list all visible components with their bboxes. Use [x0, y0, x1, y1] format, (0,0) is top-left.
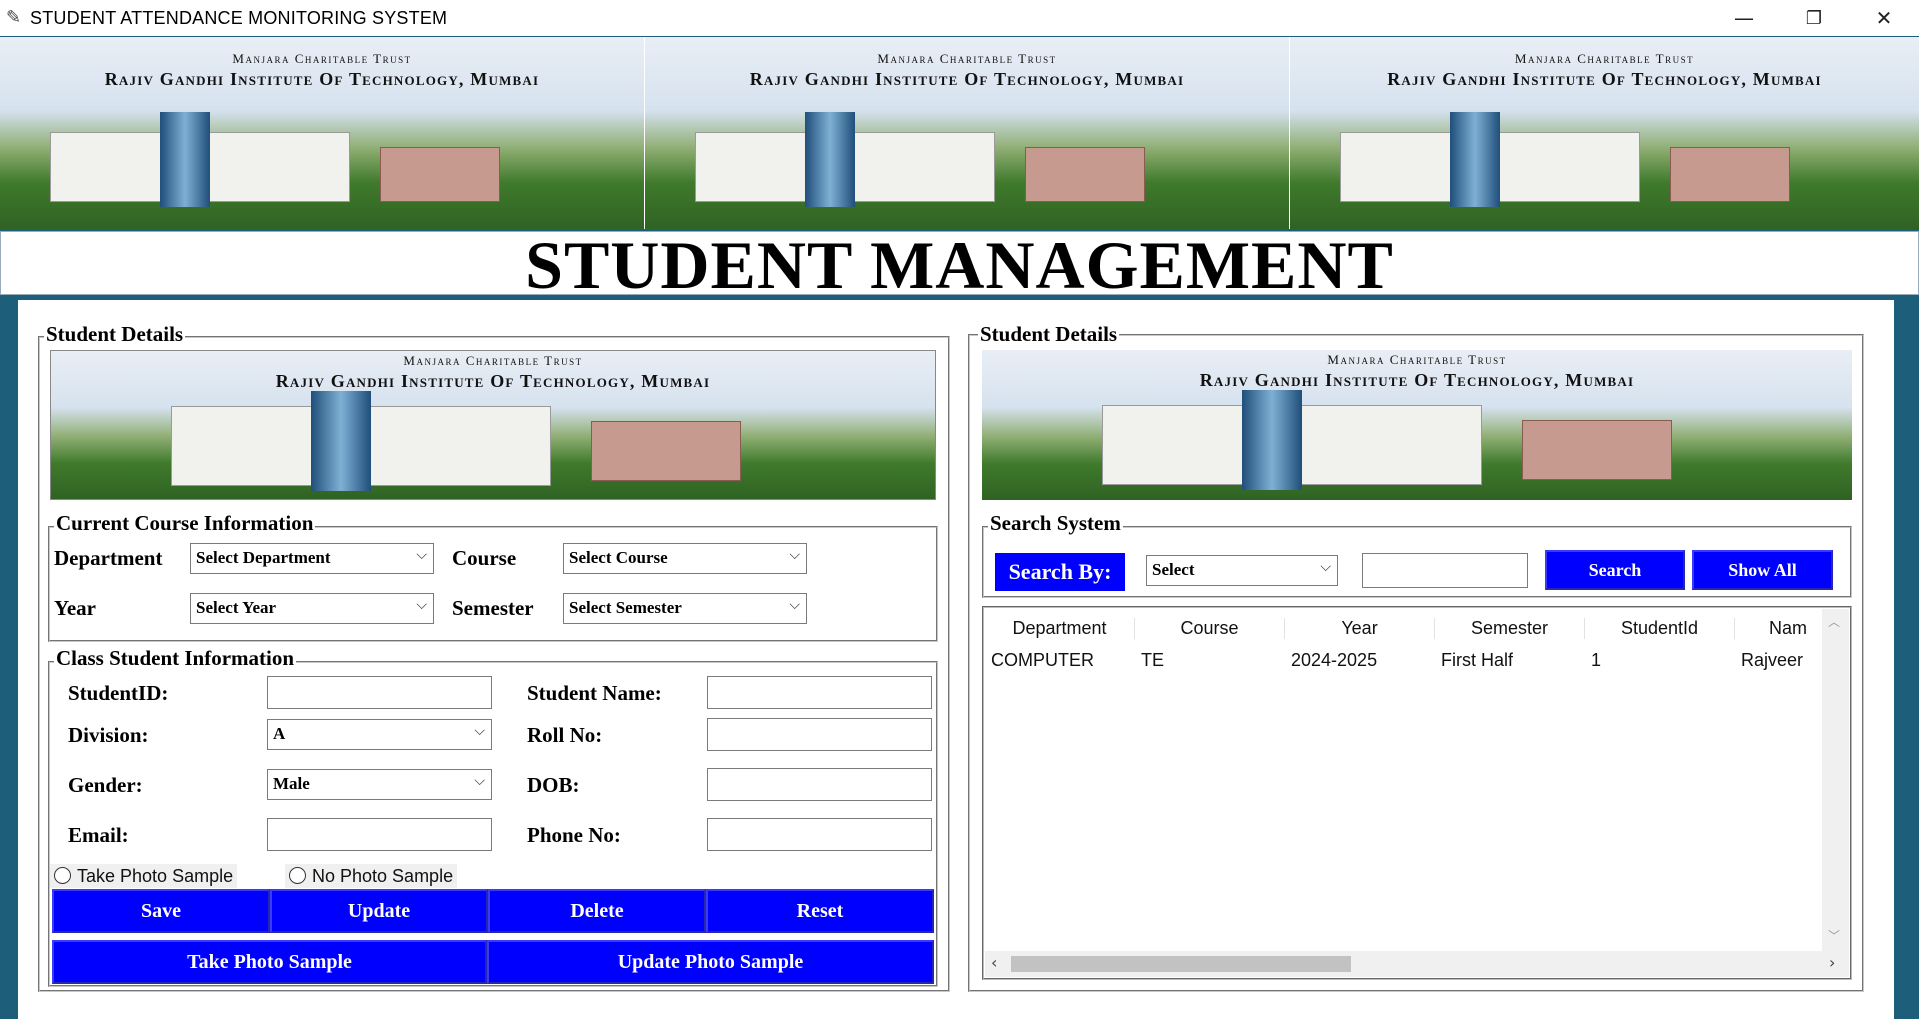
roll-no-label: Roll No: — [527, 723, 603, 747]
page-title: STUDENT MANAGEMENT — [525, 227, 1394, 303]
banner-institute: Rajiv Gandhi Institute Of Technology, Mu… — [1387, 69, 1822, 89]
banner-institute: Rajiv Gandhi Institute Of Technology, Mu… — [275, 371, 711, 391]
banner-institute: Rajiv Gandhi Institute Of Technology, Mu… — [1199, 370, 1635, 390]
scroll-right-icon[interactable]: › — [1829, 953, 1835, 972]
radio-circle-icon — [289, 867, 306, 884]
table-cell: TE — [1141, 650, 1165, 670]
search-by-label: Search By: — [995, 553, 1125, 591]
chevron-down-icon: ⌵ — [416, 547, 427, 563]
column-header[interactable]: Semester — [1435, 618, 1585, 639]
campus-banner-image: Manjara Charitable Trust Rajiv Gandhi Ins… — [0, 37, 644, 229]
department-select[interactable]: Select Department ⌵ — [190, 543, 434, 574]
take-photo-sample-button[interactable]: Take Photo Sample — [52, 940, 487, 984]
horizontal-scrollbar[interactable]: ‹ › — [985, 951, 1849, 977]
chevron-down-icon: ⌵ — [1320, 559, 1331, 575]
close-button[interactable]: ✕ — [1849, 0, 1919, 36]
division-label: Division: — [68, 723, 149, 747]
column-header[interactable]: Nam — [1735, 618, 1822, 639]
search-button[interactable]: Search — [1545, 550, 1685, 590]
column-header[interactable]: Department — [985, 618, 1135, 639]
student-name-input[interactable] — [707, 676, 932, 709]
table-cell: 2024-2025 — [1291, 650, 1378, 670]
take-photo-radio[interactable]: Take Photo Sample — [50, 864, 238, 888]
gender-select[interactable]: Male ⌵ — [267, 769, 492, 800]
table-cell: 1 — [1591, 650, 1602, 670]
banner-trust: Manjara Charitable Trust — [1327, 352, 1507, 367]
column-header[interactable]: Year — [1285, 618, 1435, 639]
campus-banner-image: Manjara Charitable Trust Rajiv Gandhi Ins… — [1290, 37, 1919, 229]
delete-button[interactable]: Delete — [488, 889, 706, 933]
search-input[interactable] — [1362, 553, 1528, 588]
update-photo-sample-button[interactable]: Update Photo Sample — [487, 940, 934, 984]
chevron-down-icon: ⌵ — [789, 547, 800, 563]
roll-no-input[interactable] — [707, 718, 932, 751]
student-id-label: StudentID: — [68, 681, 169, 705]
feather-icon: ✎ — [6, 7, 22, 28]
column-header[interactable]: Course — [1135, 618, 1285, 639]
search-by-select[interactable]: Select ⌵ — [1146, 555, 1338, 586]
chevron-down-icon: ⌵ — [474, 773, 485, 789]
table-cell: Rajveer — [1741, 650, 1804, 670]
reset-button[interactable]: Reset — [706, 889, 934, 933]
scroll-down-icon[interactable]: ﹀ — [1828, 927, 1840, 944]
window-title: STUDENT ATTENDANCE MONITORING SYSTEM — [30, 8, 448, 28]
dob-input[interactable] — [707, 768, 932, 801]
campus-image: Manjara Charitable Trust Rajiv Gandhi Ins… — [50, 350, 936, 500]
update-button[interactable]: Update — [270, 889, 488, 933]
right-frame-legend: Student Details — [978, 322, 1120, 347]
gender-label: Gender: — [68, 773, 143, 797]
banner-institute: Rajiv Gandhi Institute Of Technology, Mu… — [104, 69, 540, 89]
window-titlebar: ✎ STUDENT ATTENDANCE MONITORING SYSTEM —… — [0, 0, 1919, 36]
minimize-button[interactable]: — — [1709, 0, 1779, 36]
department-label: Department — [54, 546, 163, 570]
email-label: Email: — [68, 823, 129, 847]
semester-label: Semester — [452, 596, 534, 620]
year-select[interactable]: Select Year ⌵ — [190, 593, 434, 624]
vertical-scrollbar[interactable]: ︿ ﹀ — [1822, 609, 1849, 951]
banner-trust: Manjara Charitable Trust — [403, 353, 583, 368]
student-name-label: Student Name: — [527, 681, 662, 705]
column-header[interactable]: StudentId — [1585, 618, 1735, 639]
header-banner: Manjara Charitable Trust Rajiv Gandhi Ins… — [0, 37, 1919, 229]
table-header: Department Course Year Semester StudentI… — [985, 609, 1822, 647]
table-row[interactable]: COMPUTER TE 2024-2025 First Half 1 Rajve… — [985, 648, 1822, 676]
table-cell: First Half — [1441, 650, 1513, 670]
year-label: Year — [54, 596, 96, 620]
semester-select[interactable]: Select Semester ⌵ — [563, 593, 807, 624]
dob-label: DOB: — [527, 773, 580, 797]
table-cell: COMPUTER — [991, 650, 1094, 670]
phone-no-label: Phone No: — [527, 823, 621, 847]
left-frame-legend: Student Details — [44, 322, 186, 347]
chevron-down-icon: ⌵ — [416, 597, 427, 613]
banner-institute: Rajiv Gandhi Institute Of Technology, Mu… — [749, 69, 1185, 89]
banner-trust: Manjara Charitable Trust — [232, 51, 412, 66]
campus-image: Manjara Charitable Trust Rajiv Gandhi Ins… — [982, 350, 1852, 500]
course-select[interactable]: Select Course ⌵ — [563, 543, 807, 574]
chevron-down-icon: ⌵ — [789, 597, 800, 613]
class-info-legend: Class Student Information — [54, 646, 297, 671]
student-id-input[interactable] — [267, 676, 492, 709]
search-system-legend: Search System — [988, 511, 1123, 536]
chevron-down-icon: ⌵ — [474, 723, 485, 739]
email-input[interactable] — [267, 818, 492, 851]
restore-button[interactable]: ❐ — [1779, 0, 1849, 36]
scroll-left-icon[interactable]: ‹ — [991, 953, 997, 972]
radio-circle-icon — [54, 867, 71, 884]
course-info-legend: Current Course Information — [54, 511, 316, 536]
no-photo-radio[interactable]: No Photo Sample — [285, 864, 458, 888]
save-button[interactable]: Save — [52, 889, 270, 933]
division-select[interactable]: A ⌵ — [267, 719, 492, 750]
scroll-up-icon[interactable]: ︿ — [1828, 613, 1840, 630]
course-label: Course — [452, 546, 517, 570]
banner-trust: Manjara Charitable Trust — [877, 51, 1057, 66]
campus-banner-image: Manjara Charitable Trust Rajiv Gandhi Ins… — [645, 37, 1289, 229]
banner-trust: Manjara Charitable Trust — [1514, 51, 1695, 66]
show-all-button[interactable]: Show All — [1692, 550, 1833, 590]
phone-no-input[interactable] — [707, 818, 932, 851]
horizontal-scroll-thumb[interactable] — [1011, 956, 1351, 972]
